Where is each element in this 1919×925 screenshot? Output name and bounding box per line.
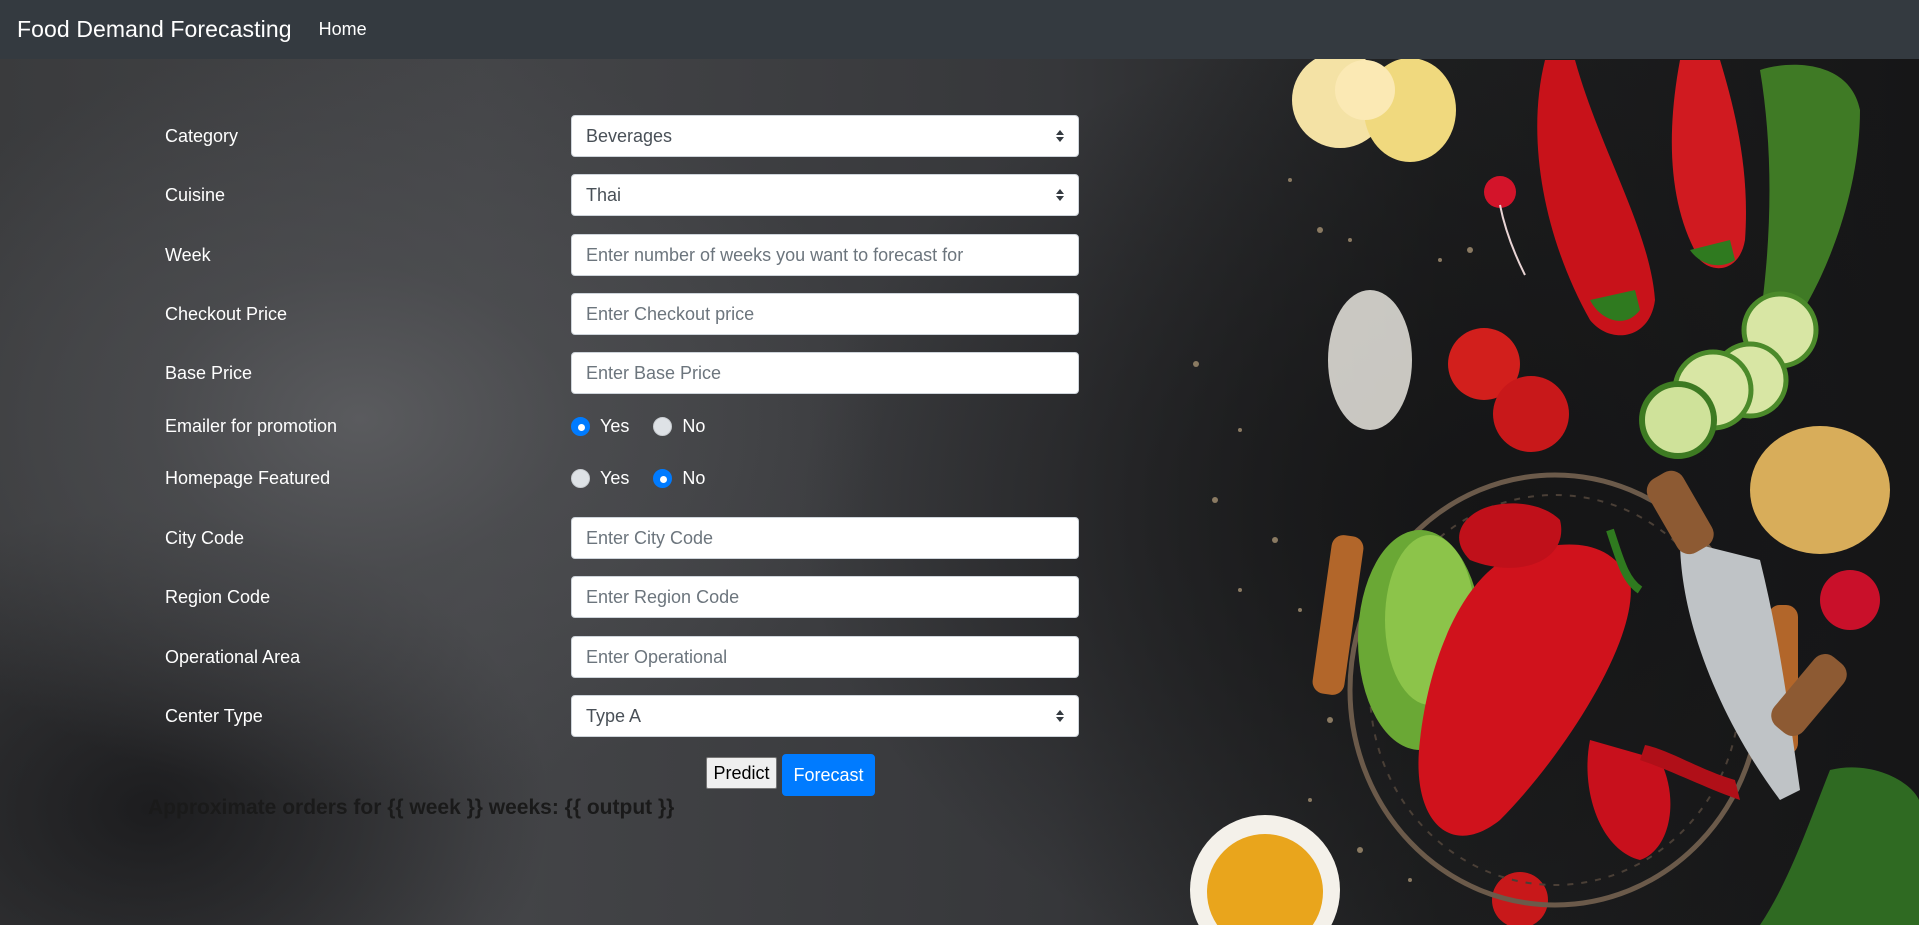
week-label: Week — [165, 244, 211, 265]
salt-icon — [1328, 290, 1412, 430]
zucchini-icon — [1760, 64, 1860, 331]
category-row: Category Beverages — [165, 115, 1079, 157]
region-code-label: Region Code — [165, 586, 271, 607]
emailer-yes-label: Yes — [600, 415, 630, 436]
checkout-price-label: Checkout Price — [165, 303, 288, 324]
homepage-no-radio[interactable]: No — [653, 468, 705, 489]
corn-icon — [1292, 52, 1456, 162]
emailer-radio-group: Yes No — [571, 416, 729, 437]
base-price-row: Base Price — [165, 352, 1079, 394]
region-code-row: Region Code — [165, 576, 1079, 618]
emailer-label: Emailer for promotion — [165, 415, 338, 436]
city-code-label: City Code — [165, 527, 245, 548]
nav-home-link[interactable]: Home — [319, 19, 367, 40]
emailer-row: Emailer for promotion Yes No — [165, 413, 729, 439]
homepage-yes-radio[interactable]: Yes — [571, 468, 629, 489]
week-input[interactable] — [571, 234, 1079, 276]
potato-icon — [1750, 426, 1890, 554]
emailer-yes-radio[interactable]: Yes — [571, 416, 629, 437]
homepage-radio-group: Yes No — [571, 468, 729, 489]
radio-checked-icon — [653, 468, 673, 488]
week-row: Week — [165, 234, 1079, 276]
base-price-label: Base Price — [165, 362, 253, 383]
center-type-selected-value: Type A — [586, 705, 642, 726]
emailer-no-label: No — [682, 415, 706, 436]
emailer-no-radio[interactable]: No — [653, 416, 705, 437]
knife-icon — [1680, 540, 1800, 800]
select-caret-icon — [1056, 710, 1064, 722]
checkout-price-input[interactable] — [571, 293, 1079, 335]
red-pepper-icon — [1537, 60, 1655, 336]
checkout-price-row: Checkout Price — [165, 293, 1079, 335]
center-type-select[interactable]: Type A — [571, 695, 1079, 737]
homepage-yes-label: Yes — [600, 467, 630, 488]
category-label: Category — [165, 125, 239, 146]
homepage-label: Homepage Featured — [165, 467, 331, 488]
cuisine-selected-value: Thai — [586, 184, 622, 205]
brand-link[interactable]: Food Demand Forecasting — [17, 16, 292, 43]
category-select[interactable]: Beverages — [571, 115, 1079, 157]
category-selected-value: Beverages — [586, 125, 673, 146]
operational-area-input[interactable] — [571, 636, 1079, 678]
navbar: Food Demand Forecasting Home — [0, 0, 1919, 59]
city-code-input[interactable] — [571, 517, 1079, 559]
radio-unchecked-icon — [653, 416, 673, 436]
operational-area-row: Operational Area — [165, 636, 1079, 678]
cuisine-select[interactable]: Thai — [571, 174, 1079, 216]
forecast-button[interactable]: Forecast — [782, 754, 875, 796]
select-caret-icon — [1056, 130, 1064, 142]
center-type-label: Center Type — [165, 705, 263, 726]
base-price-input[interactable] — [571, 352, 1079, 394]
homepage-row: Homepage Featured Yes No — [165, 465, 729, 491]
cuisine-label: Cuisine — [165, 184, 226, 205]
center-type-row: Center Type Type A — [165, 695, 1079, 737]
operational-area-label: Operational Area — [165, 646, 301, 667]
predict-button[interactable]: Predict — [706, 757, 777, 789]
radio-unchecked-icon — [571, 468, 590, 488]
radish-icon — [1484, 176, 1516, 208]
homepage-no-label: No — [682, 467, 706, 488]
select-caret-icon — [1056, 189, 1064, 201]
result-text: Approximate orders for {{ week }} weeks:… — [148, 796, 675, 819]
cuisine-row: Cuisine Thai — [165, 174, 1079, 216]
radio-checked-icon — [571, 416, 590, 436]
city-code-row: City Code — [165, 517, 1079, 559]
region-code-input[interactable] — [571, 576, 1079, 618]
